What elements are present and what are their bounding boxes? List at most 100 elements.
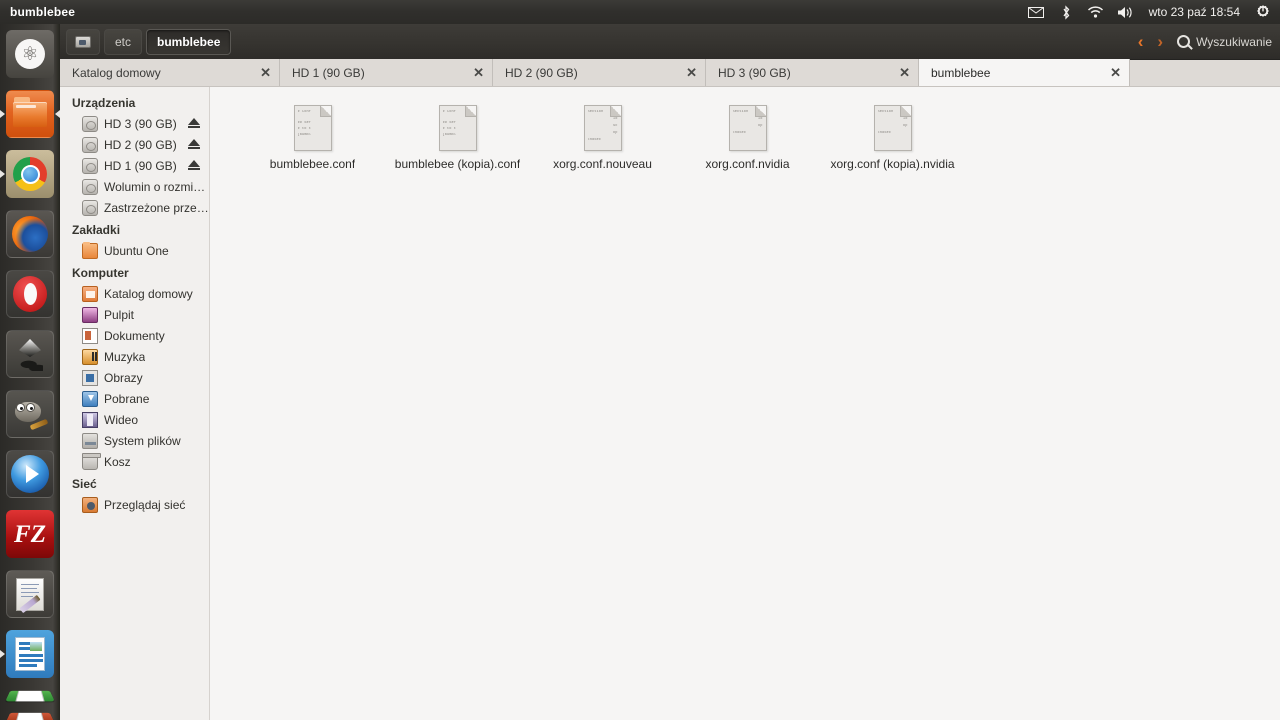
desktop-icon — [82, 306, 98, 323]
launcher-item-gimp[interactable] — [0, 384, 60, 444]
launcher-item-filezilla[interactable]: FZ — [0, 504, 60, 564]
wifi-icon[interactable] — [1087, 3, 1105, 21]
thumb-preview-line: # Conf — [442, 110, 457, 114]
thumb-preview-line: Sc — [612, 124, 618, 128]
sidebar-item-zastrzezone[interactable]: Zastrzeżone przez sy… — [60, 197, 209, 218]
music-icon — [82, 348, 98, 365]
launcher-item-ubuntu-dash[interactable]: ⚛ — [0, 24, 60, 84]
sidebar-item-system-plikow[interactable]: System plików — [60, 430, 209, 451]
window-title: bumblebee — [10, 5, 76, 19]
thumb-preview-line: ## Ser — [297, 121, 312, 125]
thumb-preview-line: [bumbl — [442, 133, 457, 137]
eject-icon[interactable] — [188, 118, 200, 128]
tab-close-icon[interactable]: ✕ — [899, 66, 910, 79]
tab-hd-1[interactable]: HD 1 (90 GB) ✕ — [280, 59, 493, 86]
sidebar-item-ubuntu-one[interactable]: Ubuntu One — [60, 240, 209, 261]
clock[interactable]: wto 23 paź 18:54 — [1147, 5, 1242, 19]
computer-icon — [75, 35, 91, 48]
file-name: xorg.conf.nvidia — [705, 157, 790, 171]
sidebar-item-hd-1[interactable]: HD 1 (90 GB) — [60, 155, 209, 176]
search-button[interactable]: Wyszukiwanie — [1177, 35, 1272, 49]
back-button[interactable]: ‹ — [1138, 33, 1144, 50]
launcher-item-text-editor[interactable] — [0, 564, 60, 624]
system-tray: wto 23 paź 18:54 — [1027, 3, 1280, 21]
drive-icon — [82, 115, 98, 132]
tab-bumblebee[interactable]: bumblebee ✕ — [919, 59, 1130, 86]
breadcrumb-bumblebee[interactable]: bumblebee — [146, 28, 232, 55]
breadcrumb-etc[interactable]: etc — [104, 28, 143, 55]
libreoffice-writer-icon — [15, 637, 45, 671]
launcher-item-libreoffice-writer[interactable] — [0, 624, 60, 684]
forward-button[interactable]: › — [1157, 33, 1163, 50]
tab-label: HD 1 (90 GB) — [292, 65, 365, 80]
sidebar-item-label: System plików — [104, 433, 181, 448]
thumb-preview-line: ## Ser — [442, 121, 457, 125]
sidebar-item-label: Przeglądaj sieć — [104, 497, 186, 512]
tab-hd-3[interactable]: HD 3 (90 GB) ✕ — [706, 59, 919, 86]
thumb-preview-line: Id — [757, 117, 763, 121]
tab-close-icon[interactable]: ✕ — [260, 66, 271, 79]
mail-icon[interactable] — [1027, 3, 1045, 21]
search-icon — [1177, 35, 1191, 48]
launcher-item-files-nautilus[interactable] — [0, 84, 60, 144]
file-name: bumblebee (kopia).conf — [394, 157, 521, 171]
file-item[interactable]: # Conf ## Ser # to t [bumbl bumblebee.co… — [240, 101, 385, 171]
sidebar-item-kosz[interactable]: Kosz — [60, 451, 209, 472]
tab-katalog-domowy[interactable]: Katalog domowy ✕ — [60, 59, 280, 86]
sidebar-section-network: Sieć — [72, 477, 97, 491]
thumb-preview-line: Id — [902, 117, 908, 121]
toolbar-right: ‹ › Wyszukiwanie — [1138, 33, 1272, 50]
tab-close-icon[interactable]: ✕ — [686, 66, 697, 79]
file-item[interactable]: # Conf ## Ser # to t [bumbl bumblebee (k… — [385, 101, 530, 171]
sidebar-item-hd-3[interactable]: HD 3 (90 GB) — [60, 113, 209, 134]
tab-close-icon[interactable]: ✕ — [473, 66, 484, 79]
ubuntu-logo-icon: ⚛ — [15, 39, 45, 69]
sidebar-item-dokumenty[interactable]: Dokumenty — [60, 325, 209, 346]
session-gear-icon[interactable] — [1254, 3, 1272, 21]
file-item[interactable]: Section Id Op EndSec xorg.conf.nvidia — [675, 101, 820, 171]
launcher-item-firefox[interactable] — [0, 204, 60, 264]
thumb-preview-line: [bumbl — [297, 133, 312, 137]
thumb-preview-line: Id — [612, 117, 618, 121]
top-panel: bumblebee wto 23 paź 18:54 — [0, 0, 1280, 24]
launcher-item-opera[interactable] — [0, 264, 60, 324]
sidebar-item-katalog-domowy[interactable]: Katalog domowy — [60, 283, 209, 304]
sidebar-item-przegladaj-siec[interactable]: Przeglądaj sieć — [60, 494, 209, 515]
sidebar-item-obrazy[interactable]: Obrazy — [60, 367, 209, 388]
text-editor-icon — [16, 577, 44, 613]
file-item[interactable]: Section Id Op EndSec xorg.conf (kopia).n… — [820, 101, 965, 171]
tab-hd-2[interactable]: HD 2 (90 GB) ✕ — [493, 59, 706, 86]
drive-icon — [82, 136, 98, 153]
inkscape-icon — [15, 339, 45, 371]
file-item[interactable]: Section Id Sc Op EndSec xorg.conf.nouvea… — [530, 101, 675, 171]
sidebar-item-label: Wolumin o rozmiarz… — [104, 179, 209, 194]
thumb-preview-line: EndSec — [732, 131, 747, 135]
sidebar-item-label: Zastrzeżone przez sy… — [104, 200, 209, 215]
sidebar-item-wideo[interactable]: Wideo — [60, 409, 209, 430]
sidebar-item-hd-2[interactable]: HD 2 (90 GB) — [60, 134, 209, 155]
file-manager-window: etc bumblebee ‹ › Wyszukiwanie Katalog d… — [60, 24, 1280, 720]
tab-label: Katalog domowy — [72, 65, 161, 80]
libreoffice-calc-icon — [15, 690, 45, 701]
sidebar-item-pobrane[interactable]: Pobrane — [60, 388, 209, 409]
eject-icon[interactable] — [188, 139, 200, 149]
launcher-item-libreoffice-calc[interactable] — [0, 684, 60, 706]
document-thumbnail-icon: # Conf ## Ser # to t [bumbl — [293, 105, 332, 151]
launcher-item-media-player[interactable] — [0, 444, 60, 504]
document-thumbnail-icon: # Conf ## Ser # to t [bumbl — [438, 105, 477, 151]
launcher-item-inkscape[interactable] — [0, 324, 60, 384]
file-list-view[interactable]: # Conf ## Ser # to t [bumbl bumblebee.co… — [210, 87, 1280, 720]
launcher-item-google-chrome[interactable] — [0, 144, 60, 204]
tab-close-icon[interactable]: ✕ — [1110, 66, 1121, 79]
launcher-item-libreoffice-impress[interactable] — [0, 706, 60, 720]
eject-icon[interactable] — [188, 160, 200, 170]
bluetooth-icon[interactable] — [1057, 3, 1075, 21]
breadcrumb-computer[interactable] — [66, 28, 100, 55]
documents-icon — [82, 327, 98, 344]
volume-icon[interactable] — [1117, 3, 1135, 21]
sidebar-item-wolumin[interactable]: Wolumin o rozmiarz… — [60, 176, 209, 197]
filesystem-icon — [82, 432, 98, 449]
sidebar-item-muzyka[interactable]: Muzyka — [60, 346, 209, 367]
drive-icon — [82, 199, 98, 216]
sidebar-item-pulpit[interactable]: Pulpit — [60, 304, 209, 325]
